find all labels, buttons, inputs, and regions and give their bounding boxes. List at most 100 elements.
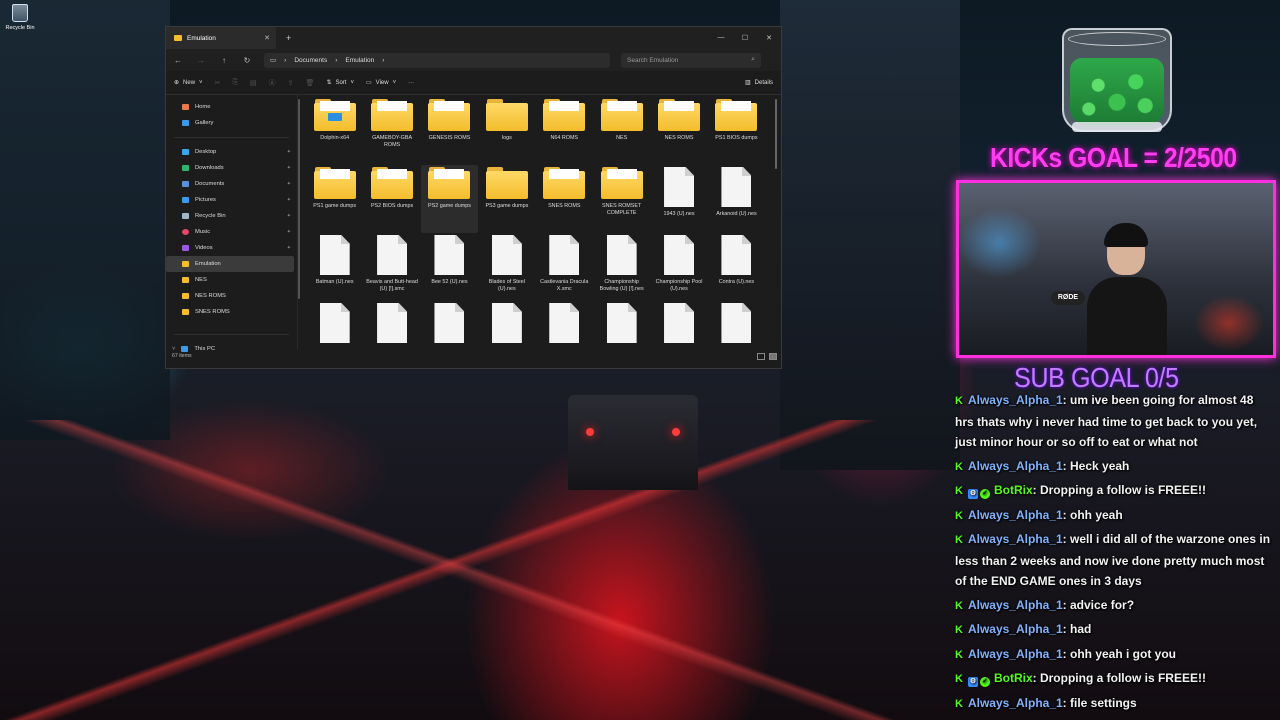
folder-item[interactable]: PS3 game dumps [478, 165, 535, 233]
nav-item-this-pc[interactable]: ˅ This PC [166, 341, 297, 357]
folder-item[interactable]: PS2 game dumps [420, 165, 479, 233]
nav-item-snes-roms[interactable]: SNES ROMS [166, 304, 297, 320]
folder-item[interactable]: PS2 BIOS dumps [363, 165, 420, 233]
cut-icon[interactable]: ✂ [215, 79, 221, 87]
address-bar[interactable]: ▭ › Documents › Emulation › [264, 52, 610, 68]
kick-icon: K [955, 485, 963, 497]
tab-emulation[interactable]: Emulation ✕ [166, 27, 276, 49]
details-view-icon[interactable] [757, 352, 765, 360]
nav-item-recycle-bin[interactable]: Recycle Bin ✦ [166, 208, 297, 224]
pin-icon: ✦ [286, 165, 291, 171]
nav-item-videos[interactable]: Videos ✦ [166, 240, 297, 256]
share-icon[interactable]: ⇪ [288, 79, 294, 87]
minimize-button[interactable]: — [709, 34, 733, 42]
breadcrumb-documents[interactable]: Documents [294, 57, 327, 64]
chat-username: BotRix [993, 483, 1033, 497]
maximize-button[interactable]: ☐ [733, 34, 757, 42]
recycle-bin-desktop-icon[interactable]: Recycle Bin [4, 4, 36, 31]
file-item[interactable]: Bee 52 (U).nes [421, 233, 478, 301]
folder-item[interactable]: logs [478, 97, 535, 165]
forward-arrow-icon[interactable]: → [195, 56, 207, 65]
close-window-button[interactable]: ✕ [757, 34, 781, 42]
folder-item[interactable]: NES ROMS [650, 97, 707, 165]
delete-icon[interactable]: 🗑 [306, 79, 315, 87]
kick-icon: K [955, 395, 963, 407]
breadcrumb-separator-icon: › [382, 56, 385, 64]
chat-text: : file settings [1062, 695, 1137, 710]
folder-item[interactable]: PS1 game dumps [306, 165, 363, 233]
search-input[interactable]: Search Emulation ⌕ [621, 52, 761, 68]
rename-icon[interactable]: Ⓐ [269, 78, 276, 88]
chat-message: K Always_Alpha_1: Heck yeah [955, 456, 1275, 478]
file-item[interactable] [650, 301, 707, 349]
chat-text: : ohh yeah [1062, 507, 1123, 522]
file-icon [721, 235, 752, 275]
folder-item[interactable]: SNES ROMSET COMPLETE [593, 165, 650, 233]
folder-icon [543, 99, 586, 131]
file-item[interactable]: Blades of Steel (U).nes [478, 233, 535, 301]
folder-item[interactable]: NES [593, 97, 650, 165]
nav-item-gallery[interactable]: Gallery [166, 115, 297, 131]
view-button[interactable]: ▭ View ˅ [366, 79, 396, 87]
chat-message: K ⚙ ✓ BotRix: Dropping a follow is FREEE!! [955, 668, 1275, 690]
folder-item[interactable]: SNES ROMS [536, 165, 593, 233]
folder-item[interactable]: GAMEBOY-GBA ROMS [363, 97, 420, 165]
chevron-down-icon[interactable]: ˅ [172, 346, 175, 352]
folder-item[interactable]: Dolphin-x64 [306, 97, 363, 165]
search-icon: ⌕ [751, 56, 755, 63]
copy-icon[interactable]: ⎘ [232, 79, 238, 87]
folder-item[interactable]: GENESIS ROMS [421, 97, 478, 165]
breadcrumb-emulation[interactable]: Emulation [345, 57, 374, 64]
sort-button[interactable]: ⇅ Sort ˅ [326, 79, 354, 87]
nav-item-desktop[interactable]: Desktop ✦ [166, 144, 297, 160]
nav-item-pictures[interactable]: Pictures ✦ [166, 192, 297, 208]
wallpaper-street [0, 420, 900, 720]
folder-icon [313, 167, 356, 199]
chat-text: : Dropping a follow is FREEE!! [1032, 671, 1206, 685]
refresh-icon[interactable]: ↻ [241, 56, 253, 65]
nav-item-emulation[interactable]: Emulation [166, 256, 294, 272]
file-item[interactable] [708, 301, 765, 349]
file-item[interactable] [421, 301, 478, 349]
file-item[interactable]: Championship Bowling (U) [!].nes [593, 233, 650, 301]
file-item[interactable]: Arkanoid (U).nes [708, 165, 765, 233]
nav-item-documents[interactable]: Documents ✦ [166, 176, 297, 192]
file-item[interactable]: Championship Pool (U).nes [650, 233, 707, 301]
close-tab-icon[interactable]: ✕ [264, 34, 270, 42]
more-options-button[interactable]: ··· [408, 80, 414, 86]
file-item[interactable]: Castlevania Dracula X.smc [536, 233, 593, 301]
pin-icon: ✦ [286, 229, 291, 235]
file-item[interactable] [478, 301, 535, 349]
tiles-view-icon[interactable] [769, 352, 777, 360]
folder-icon [600, 99, 643, 131]
file-item[interactable]: 1943 (U).nes [650, 165, 707, 233]
file-item[interactable] [593, 301, 650, 349]
nav-item-home[interactable]: Home [166, 99, 297, 115]
file-item[interactable] [363, 301, 420, 349]
kick-icon: K [955, 460, 963, 473]
file-item[interactable]: Beavis and Butt-head (U) [!].smc [363, 233, 420, 301]
command-bar: ⊕ New ˅ ✂ ⎘ ▤ Ⓐ ⇪ 🗑 ⇅ Sort ˅ ▭ View ˅ ··… [166, 71, 781, 95]
scrollbar[interactable] [775, 99, 777, 169]
nav-item-downloads[interactable]: Downloads ✦ [166, 160, 297, 176]
pin-icon: ✦ [286, 149, 291, 155]
back-arrow-icon[interactable]: ← [172, 56, 184, 65]
new-button[interactable]: ⊕ New ˅ [174, 79, 203, 87]
details-pane-button[interactable]: ▥ Details [745, 79, 773, 87]
up-arrow-icon[interactable]: ↑ [218, 56, 230, 65]
nav-item-nes-roms[interactable]: NES ROMS [166, 288, 297, 304]
item-name: PS1 game dumps [313, 203, 357, 209]
file-item[interactable]: Contra (U).nes [708, 233, 765, 301]
nav-item-nes[interactable]: NES [166, 272, 297, 288]
folder-item[interactable]: PS1 BIOS dumps [708, 97, 765, 165]
folder-tab-icon [174, 35, 182, 41]
paste-icon[interactable]: ▤ [250, 79, 257, 87]
nav-item-music[interactable]: Music ✦ [166, 224, 297, 240]
folder-icon [485, 167, 528, 199]
file-item[interactable] [306, 301, 363, 349]
folder-item[interactable]: N64 ROMS [536, 97, 593, 165]
file-item[interactable]: Batman (U).nes [306, 233, 363, 301]
new-tab-button[interactable]: + [286, 33, 291, 43]
item-name: Contra (U).nes [718, 279, 755, 285]
file-item[interactable] [536, 301, 593, 349]
